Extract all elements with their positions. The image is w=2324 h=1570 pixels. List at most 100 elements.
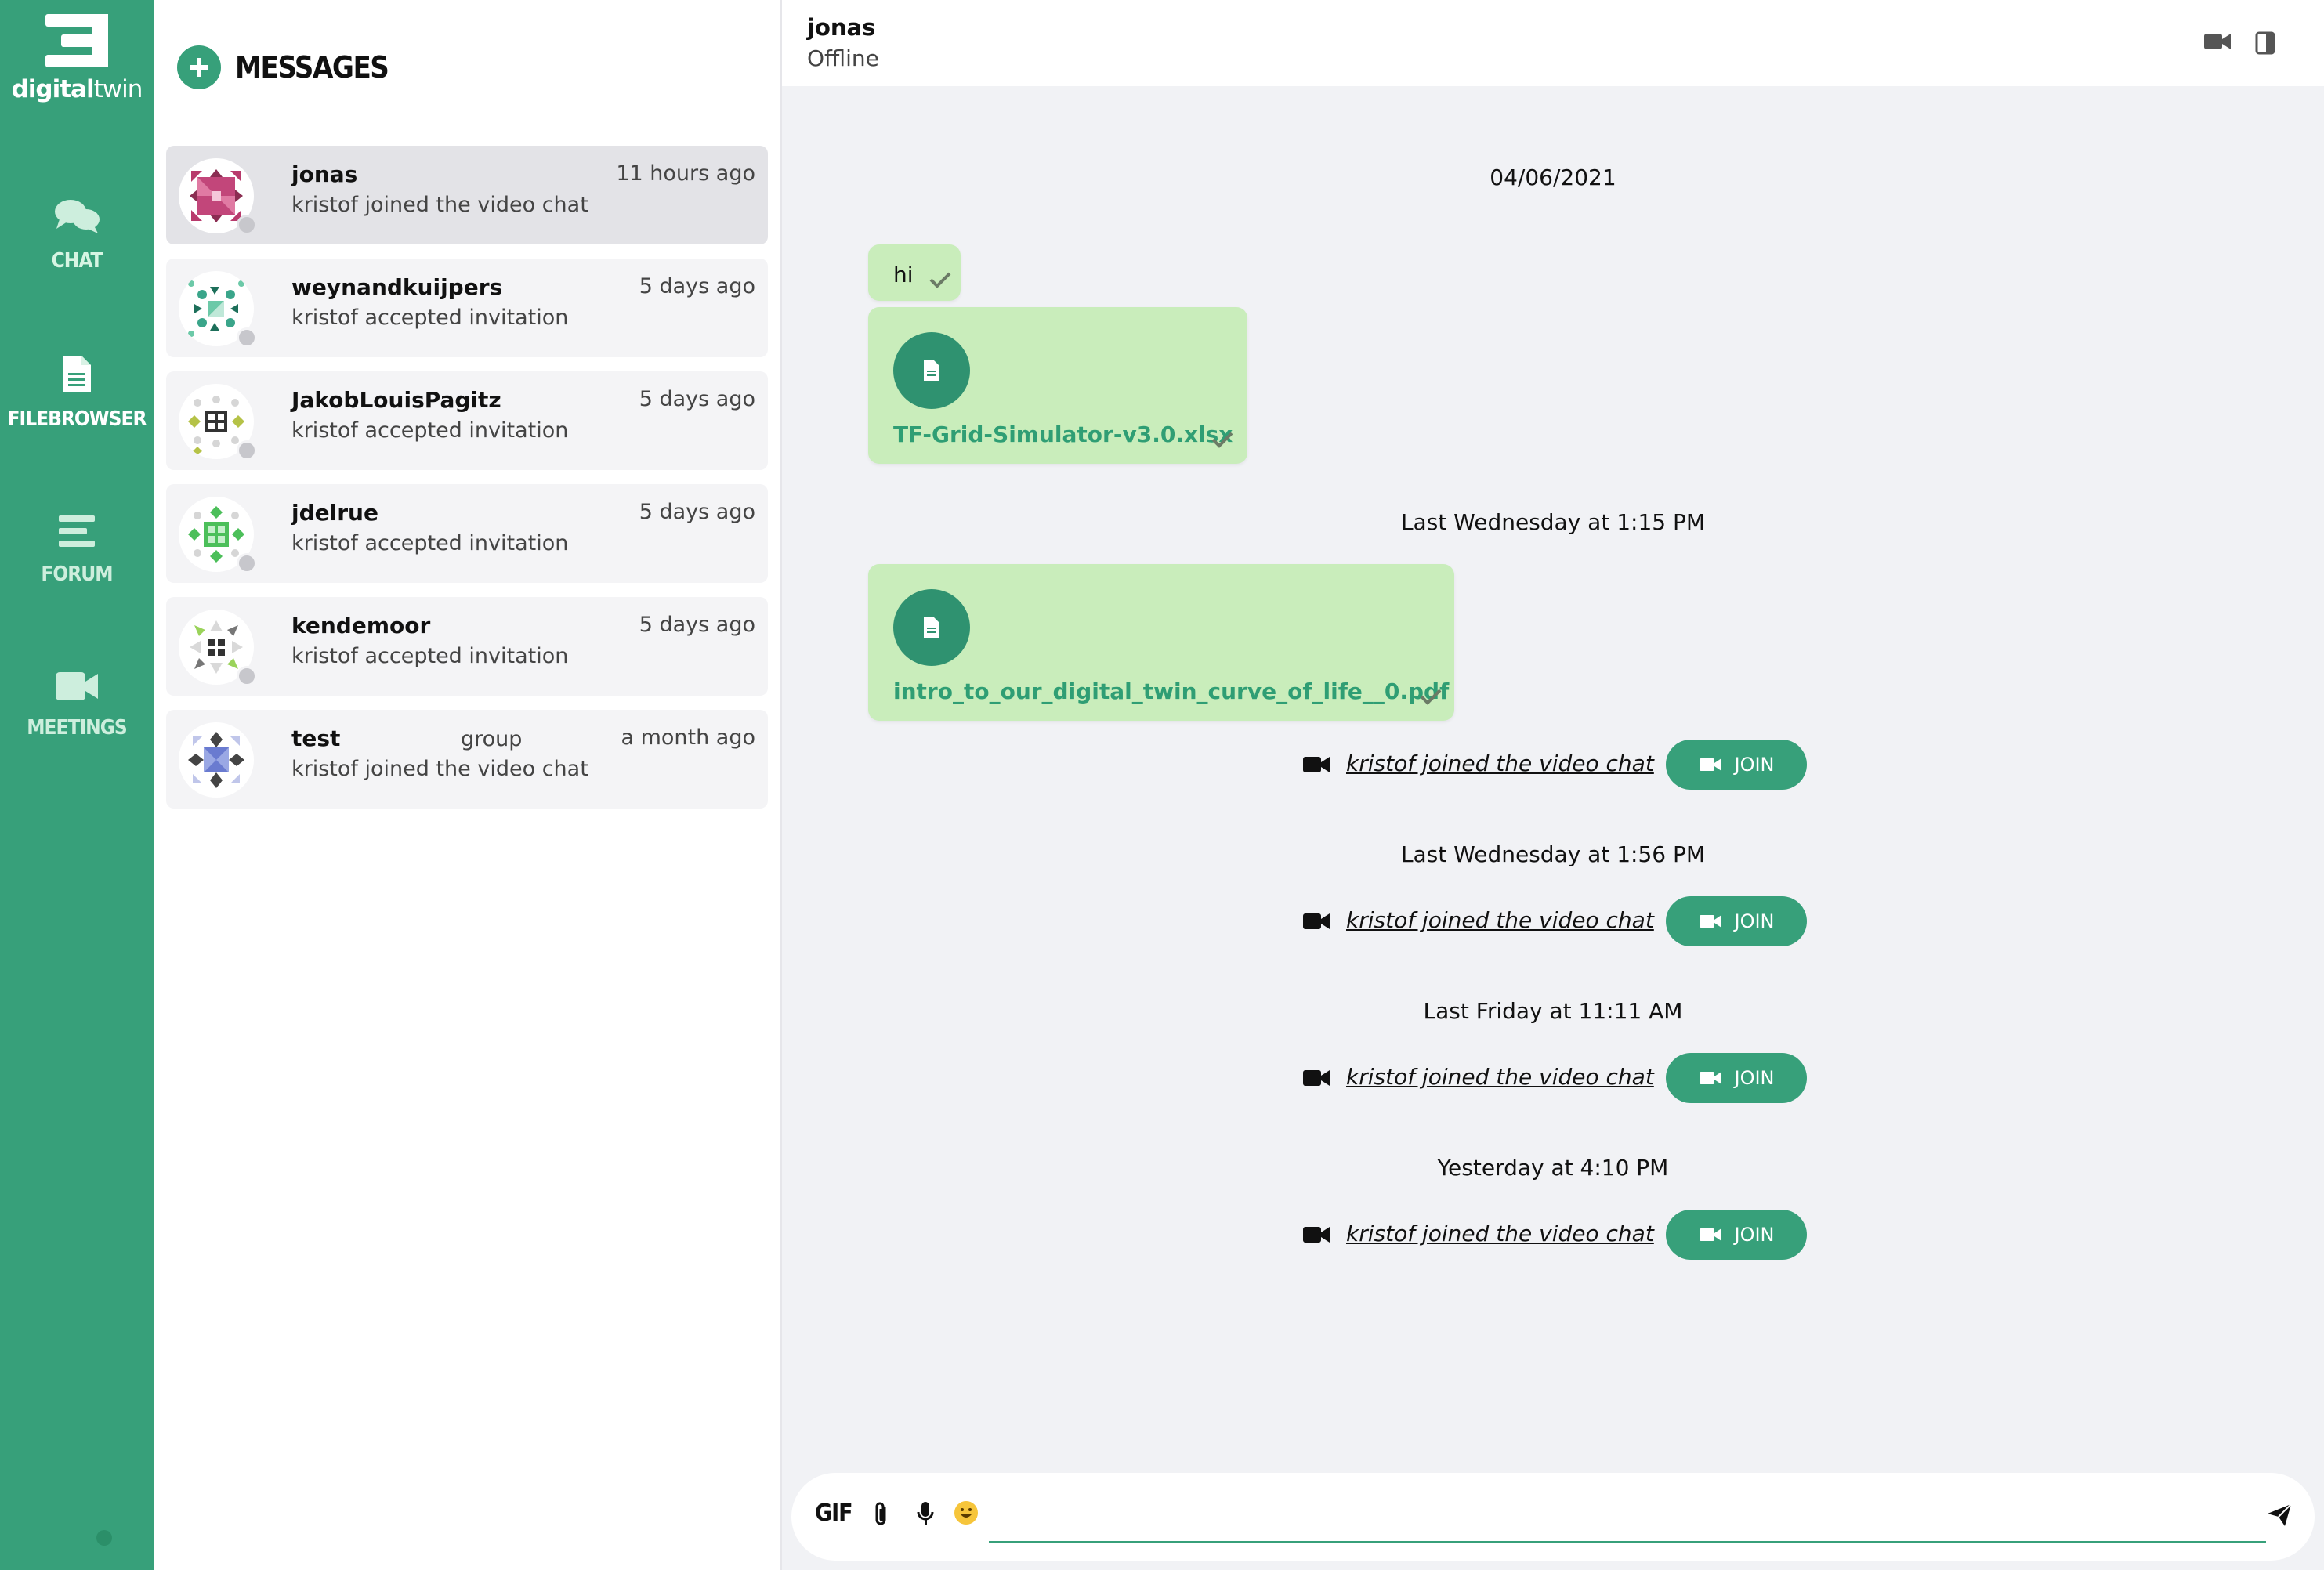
file-message-bubble[interactable]: intro_to_our_digital_twin_curve_of_life_… [868,564,1454,721]
join-video-button[interactable]: JOIN [1666,740,1807,790]
message-text: hi [893,262,914,288]
conversation-list-panel: MESSAGES jonas 11 hours ago kristof join… [154,0,782,1570]
video-chat-notification: kristof joined the video chat JOIN [782,1053,2324,1103]
nav-label-filebrowser: FILEBROWSER [7,407,147,431]
gif-button[interactable]: GIF [815,1499,853,1527]
conversation-name: weynandkuijpers [291,274,503,300]
join-label: JOIN [1734,754,1775,776]
conversation-name: jdelrue [291,500,378,526]
date-separator: Yesterday at 4:10 PM [1437,1155,1669,1181]
send-icon[interactable] [2266,1503,2293,1528]
conversation-last-message: kristof joined the video chat [291,193,588,217]
video-camera-icon [1699,1072,1721,1084]
conversation-item[interactable]: jonas 11 hours ago kristof joined the vi… [166,146,768,244]
video-camera-icon [56,672,98,700]
file-download-button[interactable] [893,332,970,409]
join-video-button[interactable]: JOIN [1666,896,1807,946]
plus-icon [190,58,208,77]
nav-item-chat[interactable]: CHAT [0,197,154,273]
video-camera-icon [1699,915,1721,928]
toggle-sidebar-icon[interactable] [2255,31,2275,55]
join-label: JOIN [1734,910,1775,932]
chat-bubbles-icon [55,200,100,233]
video-camera-icon [1303,1227,1330,1243]
microphone-icon[interactable] [917,1501,934,1526]
notification-text[interactable]: kristof joined the video chat [1346,907,1654,933]
new-conversation-button[interactable] [177,45,221,89]
document-icon [924,617,939,638]
video-camera-icon [1699,1228,1721,1241]
app-logo[interactable]: digitaltwin [0,13,154,103]
video-camera-icon [1699,758,1721,771]
nav-item-meetings[interactable]: MEETINGS [0,671,154,740]
video-chat-notification: kristof joined the video chat JOIN [782,1210,2324,1260]
app-sidebar: digitaltwin CHAT FILEBROWSER FORUM MEETI… [0,0,154,1570]
conversation-time: a month ago [621,725,755,750]
checkmark-icon [1211,432,1233,448]
forum-lines-icon [59,515,95,547]
presence-indicator [237,327,257,348]
join-video-button[interactable]: JOIN [1666,1053,1807,1103]
video-camera-icon [1303,913,1330,929]
conversation-time: 5 days ago [639,613,755,637]
join-video-button[interactable]: JOIN [1666,1210,1807,1260]
presence-indicator [237,553,257,573]
connection-status-dot [96,1530,112,1546]
date-separator: 04/06/2021 [1490,165,1616,190]
conversation-time: 5 days ago [639,387,755,411]
join-label: JOIN [1734,1067,1775,1089]
nav-label-meetings: MEETINGS [27,716,128,740]
conversation-item[interactable]: kendemoor 5 days ago kristof accepted in… [166,597,768,696]
video-chat-notification: kristof joined the video chat JOIN [782,740,2324,790]
nav-item-filebrowser[interactable]: FILEBROWSER [0,354,154,431]
chat-panel: jonas Offline 04/06/2021 hi TF-Grid-Simu… [782,0,2324,1570]
video-camera-icon [1303,1070,1330,1086]
chat-contact-status: Offline [807,45,879,71]
conversation-last-message: kristof accepted invitation [291,531,569,555]
paperclip-icon[interactable] [873,1501,890,1528]
conversation-time: 5 days ago [639,274,755,298]
conversation-time: 5 days ago [639,500,755,524]
message-composer: GIF [791,1473,2315,1561]
message-bubble[interactable]: hi [868,244,961,301]
document-icon [924,360,939,381]
conversation-group-tag: group [461,727,523,751]
file-download-button[interactable] [893,589,970,666]
conversation-name: JakobLouisPagitz [291,387,501,413]
conversation-item[interactable]: weynandkuijpers 5 days ago kristof accep… [166,259,768,357]
emoji-icon[interactable] [954,1501,978,1525]
nav-item-forum[interactable]: FORUM [0,514,154,586]
conversation-time: 11 hours ago [616,161,755,186]
checkmark-icon [1420,689,1442,705]
video-call-icon[interactable] [2203,31,2232,52]
conversation-name: kendemoor [291,613,431,638]
conversation-item[interactable]: test group a month ago kristof joined th… [166,710,768,809]
conversation-last-message: kristof accepted invitation [291,644,569,668]
identicon-icon [188,732,244,788]
video-camera-icon [1303,757,1330,772]
list-header: MESSAGES [177,45,389,89]
video-chat-notification: kristof joined the video chat JOIN [782,896,2324,946]
file-message-bubble[interactable]: TF-Grid-Simulator-v3.0.xlsx [868,307,1247,464]
notification-text[interactable]: kristof joined the video chat [1346,1221,1654,1246]
message-input[interactable] [989,1489,2266,1543]
date-separator: Last Friday at 11:11 AM [1423,998,1683,1024]
list-title: MESSAGES [235,50,389,85]
presence-indicator [237,666,257,686]
logo-mark-icon [45,14,108,67]
avatar [179,722,254,798]
conversation-last-message: kristof joined the video chat [291,757,588,781]
join-label: JOIN [1734,1224,1775,1246]
conversation-last-message: kristof accepted invitation [291,418,569,443]
file-name-link[interactable]: TF-Grid-Simulator-v3.0.xlsx [893,421,1233,447]
conversation-name: test [291,725,341,751]
presence-indicator [237,440,257,461]
date-separator: Last Wednesday at 1:56 PM [1400,841,1706,867]
file-name-link[interactable]: intro_to_our_digital_twin_curve_of_life_… [893,678,1449,704]
notification-text[interactable]: kristof joined the video chat [1346,1064,1654,1090]
conversation-item[interactable]: JakobLouisPagitz 5 days ago kristof acce… [166,371,768,470]
checkmark-icon [929,272,951,288]
notification-text[interactable]: kristof joined the video chat [1346,751,1654,776]
nav-label-chat: CHAT [51,249,103,273]
conversation-item[interactable]: jdelrue 5 days ago kristof accepted invi… [166,484,768,583]
